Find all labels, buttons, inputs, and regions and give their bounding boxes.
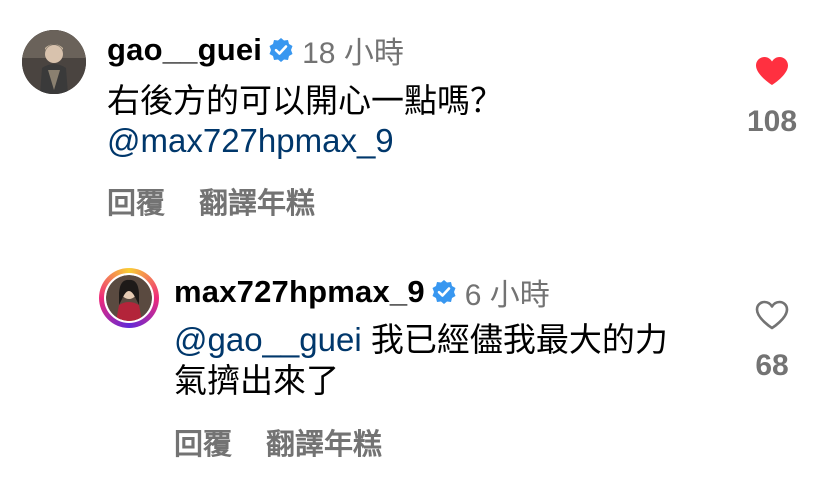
translate-button[interactable]: 翻譯年糕 bbox=[266, 421, 382, 463]
comment-text: @gao__guei 我已經儘我最大的力 bbox=[174, 320, 668, 360]
comment-header: gao__guei 18 小時 bbox=[107, 28, 404, 72]
comment-text-line1: 我已經儘我最大的力 bbox=[361, 321, 668, 358]
avatar[interactable] bbox=[22, 30, 86, 94]
translate-button[interactable]: 翻譯年糕 bbox=[199, 180, 315, 222]
reply-button[interactable]: 回覆 bbox=[174, 421, 232, 463]
verified-badge-icon bbox=[431, 279, 457, 305]
timestamp: 18 小時 bbox=[302, 37, 404, 70]
comment-actions: 回覆 翻譯年糕 bbox=[107, 180, 315, 222]
mention-link[interactable]: @gao__guei bbox=[174, 321, 362, 358]
mention-link[interactable]: @max727hpmax_9 bbox=[107, 121, 394, 161]
like-count: 108 bbox=[746, 105, 798, 138]
timestamp: 6 小時 bbox=[464, 279, 550, 312]
like-count: 68 bbox=[755, 349, 789, 382]
comment-header: max727hpmax_9 6 小時 bbox=[174, 270, 550, 314]
heart-filled-icon[interactable] bbox=[755, 56, 789, 91]
verified-badge-icon bbox=[268, 37, 294, 63]
avatar[interactable] bbox=[104, 273, 154, 323]
comment-text: 右後方的可以開心一點嗎？ bbox=[107, 82, 503, 119]
comment-actions: 回覆 翻譯年糕 bbox=[174, 421, 382, 463]
like-column: 68 bbox=[734, 300, 810, 383]
like-column: 108 bbox=[734, 56, 810, 139]
comment-text-line2: 氣擠出來了 bbox=[174, 362, 339, 399]
username[interactable]: max727hpmax_9 bbox=[174, 274, 425, 310]
heart-outline-icon[interactable] bbox=[755, 300, 789, 335]
username[interactable]: gao__guei bbox=[107, 32, 262, 68]
reply-button[interactable]: 回覆 bbox=[107, 180, 165, 222]
